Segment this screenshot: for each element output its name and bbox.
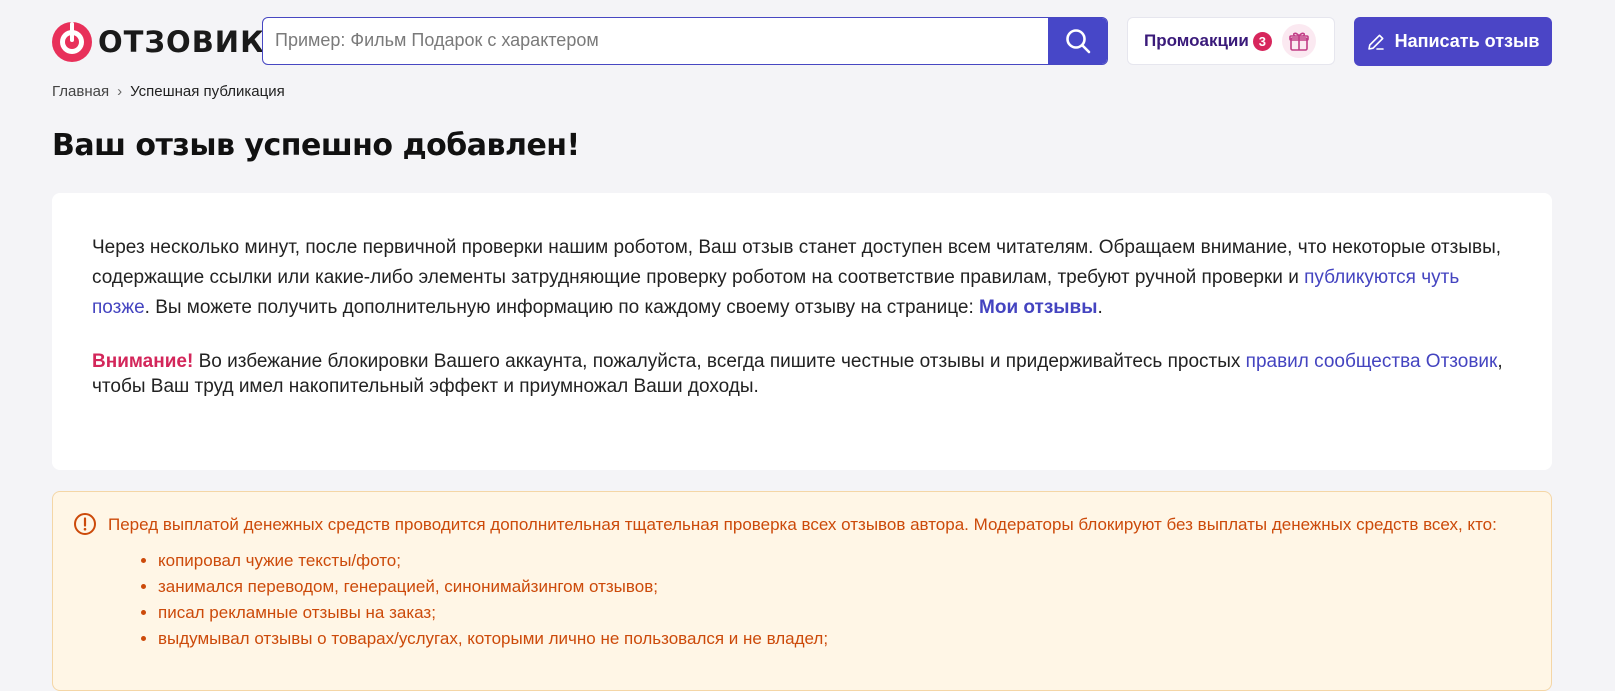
promo-button[interactable]: Промоакции 3 bbox=[1127, 17, 1335, 65]
promo-count-badge: 3 bbox=[1252, 31, 1272, 51]
exclamation-icon bbox=[74, 513, 96, 535]
pencil-icon bbox=[1367, 34, 1384, 50]
site-header: ОТЗОВИК Промоакции 3 Написать отзыв bbox=[0, 0, 1615, 80]
page-title: Ваш отзыв успешно добавлен! bbox=[52, 128, 580, 163]
info-text-3: . bbox=[1097, 297, 1103, 318]
logo-text: ОТЗОВИК bbox=[98, 25, 265, 59]
community-rules-link[interactable]: правил сообщества Отзовик bbox=[1246, 351, 1498, 372]
info-text-2: . Вы можете получить дополнительную инфо… bbox=[144, 297, 980, 318]
breadcrumb-current: Успешная публикация bbox=[130, 83, 285, 100]
list-item: копировал чужие тексты/фото; bbox=[158, 548, 1511, 574]
gift-icon bbox=[1281, 24, 1316, 58]
list-item: выдумывал отзывы о товарах/услугах, кото… bbox=[158, 626, 1511, 652]
warning-text-1: Во избежание блокировки Вашего аккаунта,… bbox=[193, 351, 1246, 372]
search-icon bbox=[1065, 29, 1090, 54]
write-review-label: Написать отзыв bbox=[1394, 31, 1540, 51]
logo-icon bbox=[52, 22, 92, 62]
promo-label: Промоакции bbox=[1144, 31, 1249, 50]
breadcrumb: Главная › Успешная публикация bbox=[52, 83, 285, 100]
search-input[interactable] bbox=[263, 18, 1049, 63]
breadcrumb-separator: › bbox=[117, 83, 123, 100]
info-text-1: Через несколько минут, после первичной п… bbox=[92, 237, 1502, 288]
warning-paragraph: Внимание! Во избежание блокировки Вашего… bbox=[92, 349, 1512, 399]
my-reviews-link[interactable]: Мои отзывы bbox=[979, 297, 1097, 318]
search-bar bbox=[262, 17, 1108, 65]
notice-list: копировал чужие тексты/фото; занимался п… bbox=[108, 548, 1511, 652]
breadcrumb-home[interactable]: Главная bbox=[52, 83, 109, 100]
notice-text: Перед выплатой денежных средств проводит… bbox=[108, 515, 1497, 534]
search-button[interactable] bbox=[1048, 18, 1107, 64]
list-item: писал рекламные отзывы на заказ; bbox=[158, 600, 1511, 626]
info-paragraph: Через несколько минут, после первичной п… bbox=[92, 233, 1512, 323]
success-message-card: Через несколько минут, после первичной п… bbox=[52, 193, 1552, 470]
warning-label: Внимание! bbox=[92, 351, 194, 372]
list-item: занимался переводом, генерацией, синоним… bbox=[158, 574, 1511, 600]
payout-notice: Перед выплатой денежных средств проводит… bbox=[52, 491, 1552, 691]
site-logo[interactable]: ОТЗОВИК bbox=[52, 22, 265, 62]
write-review-button[interactable]: Написать отзыв bbox=[1354, 17, 1552, 66]
